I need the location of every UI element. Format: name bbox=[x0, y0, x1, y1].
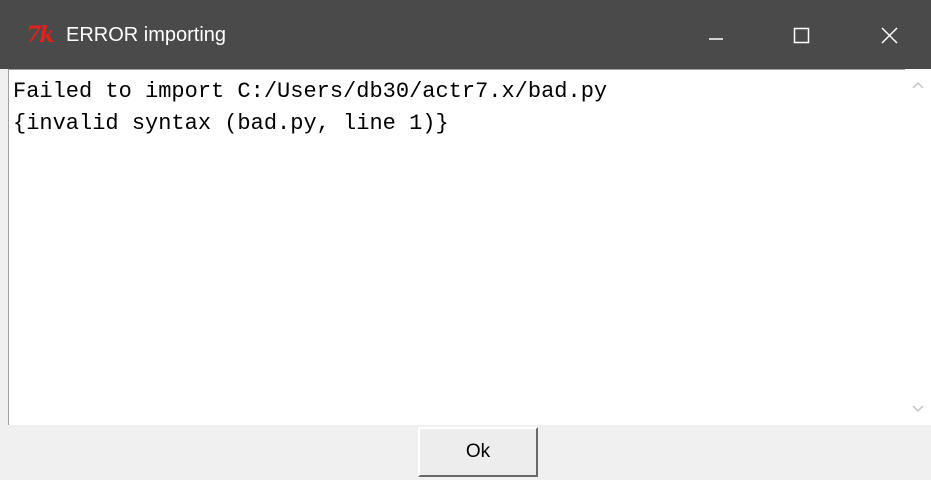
message-text: Failed to import C:/Users/db30/actr7.x/b… bbox=[13, 76, 607, 140]
minimize-icon bbox=[709, 38, 723, 40]
maximize-button[interactable] bbox=[758, 0, 844, 69]
tk-feather-icon: 7k bbox=[26, 22, 55, 48]
message-text-area[interactable]: Failed to import C:/Users/db30/actr7.x/b… bbox=[8, 69, 905, 425]
scroll-down-button[interactable] bbox=[905, 395, 931, 425]
vertical-scrollbar[interactable] bbox=[905, 69, 931, 425]
error-dialog-window: 7k ERROR importing Failed to import C:/U… bbox=[0, 0, 931, 480]
message-line-2: {invalid syntax (bad.py, line 1)} bbox=[13, 111, 449, 136]
chevron-up-icon bbox=[912, 81, 924, 89]
minimize-button[interactable] bbox=[672, 0, 758, 69]
chevron-down-icon bbox=[912, 405, 924, 413]
title-bar[interactable]: 7k ERROR importing bbox=[0, 0, 931, 69]
message-line-1: Failed to import C:/Users/db30/actr7.x/b… bbox=[13, 79, 608, 104]
window-title: ERROR importing bbox=[66, 24, 227, 46]
dialog-body: Failed to import C:/Users/db30/actr7.x/b… bbox=[8, 69, 931, 480]
ok-button[interactable]: Ok bbox=[418, 427, 538, 477]
button-bar: Ok bbox=[8, 425, 931, 480]
close-button[interactable] bbox=[845, 0, 931, 69]
maximize-icon bbox=[793, 27, 810, 44]
scroll-up-button[interactable] bbox=[905, 69, 931, 99]
close-icon bbox=[881, 27, 898, 44]
